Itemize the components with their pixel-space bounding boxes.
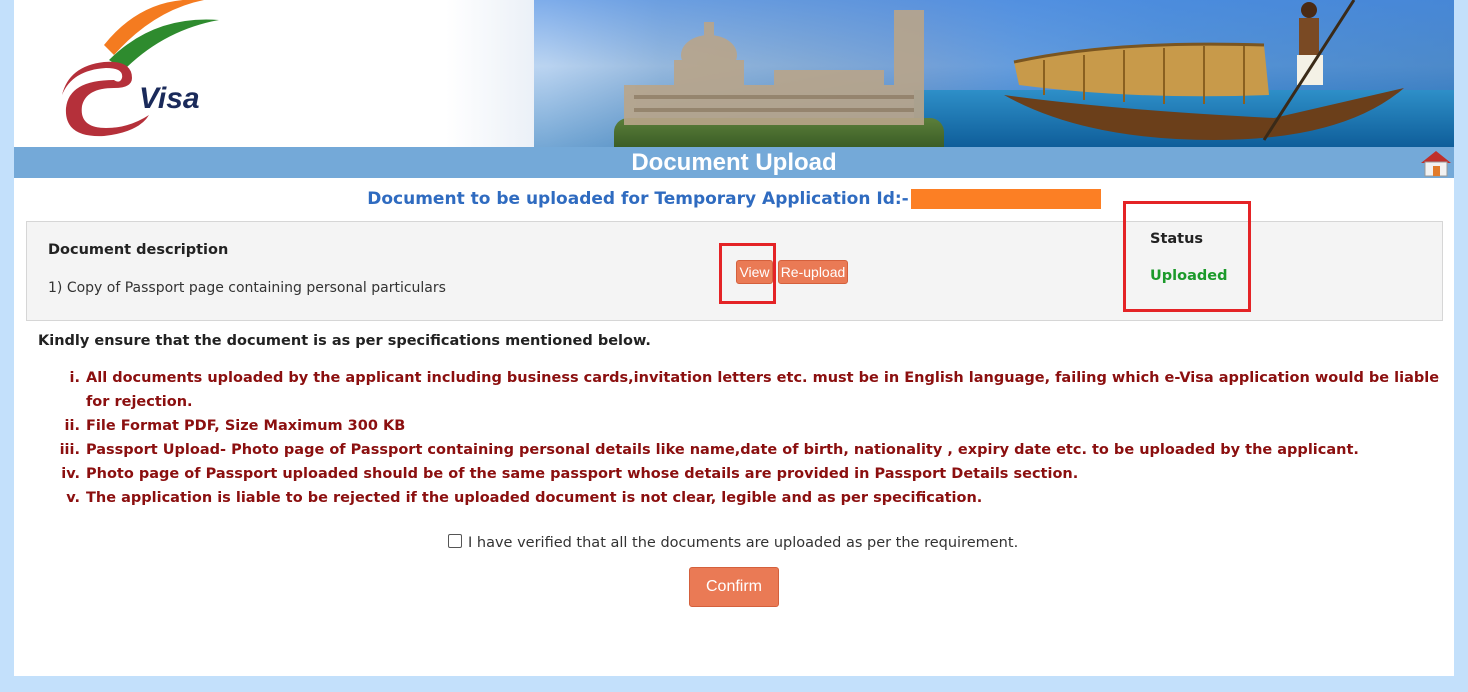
page-title: Document Upload bbox=[631, 149, 837, 176]
specifications-intro: Kindly ensure that the document is as pe… bbox=[38, 333, 651, 349]
redacted-application-id bbox=[910, 189, 1101, 209]
title-bar: Document Upload bbox=[14, 147, 1454, 178]
banner-scene-image bbox=[624, 0, 1404, 141]
application-id-label: Document to be uploaded for Temporary Ap… bbox=[367, 189, 909, 209]
list-item: iii. Passport Upload- Photo page of Passp… bbox=[14, 438, 1454, 462]
page-container: Visa Document Upload Document to be uplo… bbox=[14, 0, 1454, 676]
list-item-number: i. bbox=[69, 370, 80, 386]
list-item-text: File Format PDF, Size Maximum 300 KB bbox=[86, 418, 406, 434]
list-item-text: All documents uploaded by the applicant … bbox=[86, 370, 1440, 410]
list-item: i. All documents uploaded by the applican… bbox=[14, 366, 1454, 414]
list-item-text: Passport Upload- Photo page of Passport … bbox=[86, 442, 1359, 458]
verification-checkbox[interactable] bbox=[448, 534, 462, 548]
verification-row: I have verified that all the documents a… bbox=[448, 534, 1018, 551]
home-icon[interactable] bbox=[1419, 149, 1453, 177]
list-item-text: Photo page of Passport uploaded should b… bbox=[86, 466, 1079, 482]
list-item: v. The application is liable to be reject… bbox=[14, 486, 1454, 510]
reupload-button[interactable]: Re-upload bbox=[778, 260, 848, 284]
evisa-logo: Visa bbox=[62, 0, 219, 137]
confirm-button[interactable]: Confirm bbox=[689, 567, 779, 607]
list-item: iv. Photo page of Passport uploaded shoul… bbox=[14, 462, 1454, 486]
list-item-number: v. bbox=[66, 490, 80, 506]
list-item-number: iii. bbox=[59, 442, 80, 458]
list-item-number: iv. bbox=[61, 466, 80, 482]
list-item: ii. File Format PDF, Size Maximum 300 KB bbox=[14, 414, 1454, 438]
list-item-number: ii. bbox=[64, 418, 80, 434]
view-highlight-box bbox=[719, 243, 776, 304]
list-item-text: The application is liable to be rejected… bbox=[86, 490, 983, 506]
logo-text: Visa bbox=[139, 82, 200, 115]
document-description-heading: Document description bbox=[48, 242, 229, 258]
status-highlight-box bbox=[1123, 201, 1251, 312]
verification-label: I have verified that all the documents a… bbox=[468, 535, 1019, 551]
document-item: 1) Copy of Passport page containing pers… bbox=[48, 280, 446, 296]
header-banner: Visa bbox=[14, 0, 1454, 147]
specifications-list: i. All documents uploaded by the applican… bbox=[14, 366, 1454, 510]
